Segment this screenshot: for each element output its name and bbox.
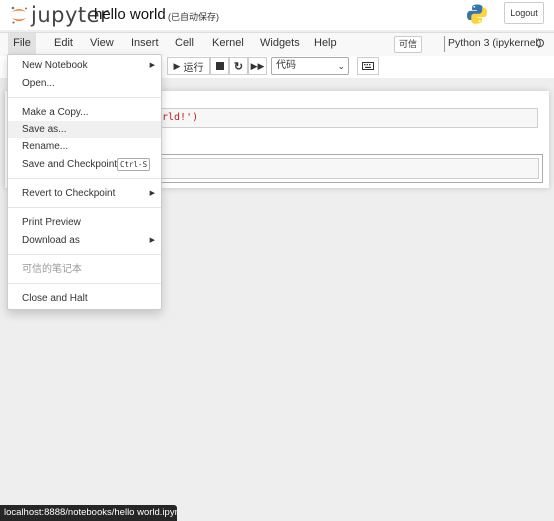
menu-open[interactable]: Open...: [8, 75, 161, 92]
menu-download-as[interactable]: Download as ▶: [8, 232, 161, 249]
jupyter-logo-icon[interactable]: [9, 5, 29, 25]
menu-save-as[interactable]: Save as...: [8, 121, 161, 138]
menu-new-notebook-label: New Notebook: [22, 60, 88, 71]
kernel-divider: [444, 36, 445, 52]
play-icon: ▶: [173, 60, 181, 71]
keyboard-icon: [362, 62, 374, 70]
restart-run-all-button[interactable]: ▶▶: [248, 57, 267, 75]
kernel-name[interactable]: Python 3 (ipykernel): [448, 37, 541, 49]
menu-widgets[interactable]: Widgets: [258, 33, 302, 54]
menu-revert-checkpoint-label: Revert to Checkpoint: [22, 188, 116, 199]
menu-rename[interactable]: Rename...: [8, 138, 161, 155]
menu-file[interactable]: File: [8, 33, 36, 54]
code-cell-input-empty[interactable]: [151, 158, 539, 179]
menu-divider: [8, 97, 161, 98]
menu-edit[interactable]: Edit: [52, 33, 75, 54]
menu-help[interactable]: Help: [312, 33, 339, 54]
menu-cell[interactable]: Cell: [173, 33, 196, 54]
python-logo-icon: [467, 4, 487, 25]
code-cell-input[interactable]: rld!'): [150, 108, 538, 128]
notebook-title[interactable]: hello world: [94, 6, 166, 23]
menu-divider: [8, 178, 161, 179]
stop-icon: [215, 62, 224, 70]
file-dropdown-menu: New Notebook ▶ Open... Make a Copy... Sa…: [7, 54, 162, 310]
menu-view[interactable]: View: [88, 33, 116, 54]
command-palette-button[interactable]: [357, 57, 379, 75]
cell-type-select[interactable]: 代码 ⌄: [271, 57, 349, 75]
header: jupyter hello world (已自动保存) Logout: [0, 0, 554, 30]
run-label: 运行: [183, 62, 204, 74]
menu-revert-checkpoint[interactable]: Revert to Checkpoint ▶: [8, 185, 161, 202]
run-button[interactable]: ▶ 运行: [167, 57, 210, 75]
menu-kernel[interactable]: Kernel: [210, 33, 246, 54]
cell-type-value: 代码: [276, 60, 296, 71]
fast-forward-icon: ▶▶: [250, 60, 265, 71]
autosave-status: (已自动保存): [168, 12, 219, 22]
caret-right-icon: ▶: [149, 237, 155, 244]
selected-code-cell[interactable]: [147, 154, 543, 183]
menu-print-preview[interactable]: Print Preview: [8, 214, 161, 231]
status-url-tooltip: localhost:8888/notebooks/hello world.ipy…: [0, 505, 177, 521]
refresh-icon: ↻: [233, 60, 244, 73]
logout-button[interactable]: Logout: [504, 2, 544, 24]
chevron-down-icon: ⌄: [337, 61, 345, 71]
interrupt-kernel-button[interactable]: [210, 57, 229, 75]
menu-divider: [8, 283, 161, 284]
menu-divider: [8, 254, 161, 255]
code-string: rld!'): [162, 112, 199, 123]
menu-insert[interactable]: Insert: [129, 33, 161, 54]
restart-kernel-button[interactable]: ↻: [229, 57, 248, 75]
menu-close-halt[interactable]: Close and Halt: [8, 290, 161, 307]
menu-save-checkpoint[interactable]: Save and Checkpoint Ctrl-S: [8, 156, 161, 173]
caret-right-icon: ▶: [149, 190, 155, 197]
caret-right-icon: ▶: [149, 62, 155, 69]
menu-save-checkpoint-label: Save and Checkpoint: [22, 159, 118, 170]
menu-make-copy[interactable]: Make a Copy...: [8, 104, 161, 121]
menu-new-notebook[interactable]: New Notebook ▶: [8, 57, 161, 74]
shortcut-badge: Ctrl-S: [117, 158, 151, 171]
menu-trusted-notebook[interactable]: 可信的笔记本: [8, 261, 161, 278]
kernel-idle-icon: [536, 39, 544, 47]
menu-download-as-label: Download as: [22, 235, 80, 246]
trusted-badge[interactable]: 可信: [394, 36, 422, 53]
menu-divider: [8, 207, 161, 208]
